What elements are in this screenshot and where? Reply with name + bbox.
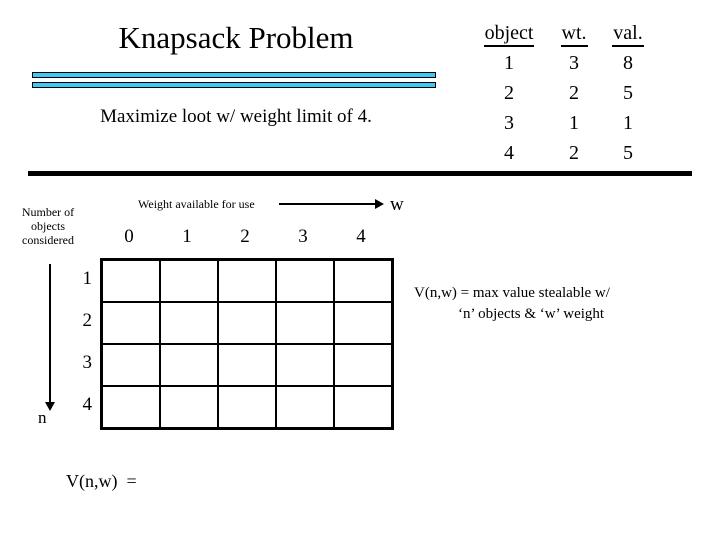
definition-note: V(n,w) = max value stealable w/ ‘n’ obje… bbox=[414, 283, 714, 325]
cell-object: 2 bbox=[504, 82, 514, 104]
cell-value: 8 bbox=[623, 52, 633, 74]
row-axis-caption: Number of objects considered bbox=[4, 205, 92, 247]
dp-cell[interactable] bbox=[100, 385, 161, 430]
definition-line-1: V(n,w) = max value stealable w/ bbox=[414, 285, 610, 301]
slide-canvas: Knapsack Problem Maximize loot w/ weight… bbox=[0, 0, 720, 540]
table-header-row: object wt. val. bbox=[470, 18, 656, 48]
right-arrow-icon bbox=[279, 203, 377, 205]
column-axis-symbol: w bbox=[390, 194, 404, 215]
dp-cell[interactable] bbox=[333, 301, 394, 345]
dp-cell[interactable] bbox=[159, 301, 219, 345]
dp-cell[interactable] bbox=[217, 385, 277, 430]
dp-cell[interactable] bbox=[217, 343, 277, 387]
dp-cell[interactable] bbox=[100, 258, 161, 303]
column-axis-caption: Weight available for use bbox=[138, 197, 255, 211]
dp-cell[interactable] bbox=[217, 258, 277, 303]
dp-grid-row bbox=[100, 343, 394, 387]
accent-bar-bottom bbox=[32, 82, 436, 88]
dp-cell[interactable] bbox=[333, 258, 394, 303]
cell-value: 1 bbox=[623, 112, 633, 134]
dp-grid-row bbox=[100, 385, 394, 430]
dp-cell[interactable] bbox=[100, 301, 161, 345]
table-row: 1 3 8 bbox=[470, 48, 656, 78]
table-row: 4 2 5 bbox=[470, 138, 656, 168]
subtitle: Maximize loot w/ weight limit of 4. bbox=[100, 106, 372, 127]
accent-bar-top bbox=[32, 72, 436, 78]
cell-weight: 3 bbox=[569, 52, 579, 74]
definition-line-2: ‘n’ objects & ‘w’ weight bbox=[458, 306, 605, 322]
row-axis-caption-line-1: Number of bbox=[21, 205, 75, 219]
dp-cell[interactable] bbox=[333, 385, 394, 430]
right-arrow-head-icon bbox=[375, 199, 384, 209]
cell-weight: 1 bbox=[569, 112, 579, 134]
grid-column-header-1: 1 bbox=[182, 226, 192, 247]
page-title: Knapsack Problem bbox=[118, 20, 354, 55]
dp-cell[interactable] bbox=[275, 301, 335, 345]
bottom-expression: V(n,w) = bbox=[66, 471, 137, 491]
table-row: 2 2 5 bbox=[470, 78, 656, 108]
column-header-value: val. bbox=[600, 18, 656, 48]
grid-column-header-3: 3 bbox=[298, 226, 308, 247]
cell-value: 5 bbox=[623, 82, 633, 104]
dp-cell[interactable] bbox=[275, 258, 335, 303]
grid-row-headers: 1 2 3 4 bbox=[60, 258, 93, 426]
column-header-object: object bbox=[470, 18, 548, 48]
cell-object: 3 bbox=[504, 112, 514, 134]
grid-column-header-0: 0 bbox=[124, 226, 134, 247]
dp-cell[interactable] bbox=[333, 343, 394, 387]
grid-column-header-2: 2 bbox=[240, 226, 250, 247]
grid-column-headers: 0 1 2 3 4 bbox=[100, 225, 390, 249]
horizontal-divider bbox=[28, 171, 692, 176]
cell-weight: 2 bbox=[569, 142, 579, 164]
dp-cell[interactable] bbox=[217, 301, 277, 345]
cell-object: 1 bbox=[504, 52, 514, 74]
dp-cell[interactable] bbox=[159, 385, 219, 430]
dp-cell[interactable] bbox=[275, 343, 335, 387]
dp-cell[interactable] bbox=[159, 343, 219, 387]
cell-value: 5 bbox=[623, 142, 633, 164]
dp-grid-row bbox=[100, 258, 394, 303]
cell-object: 4 bbox=[504, 142, 514, 164]
grid-row-header-3: 3 bbox=[82, 352, 93, 373]
down-arrow-icon bbox=[49, 264, 51, 404]
dp-cell[interactable] bbox=[275, 385, 335, 430]
dp-grid-row bbox=[100, 301, 394, 345]
grid-row-header-1: 1 bbox=[82, 268, 93, 289]
table-row: 3 1 1 bbox=[470, 108, 656, 138]
grid-column-header-4: 4 bbox=[356, 226, 366, 247]
row-axis-symbol: n bbox=[38, 408, 47, 427]
row-axis-caption-line-3: considered bbox=[22, 233, 74, 247]
column-header-weight: wt. bbox=[548, 18, 600, 48]
row-axis-caption-line-2: objects bbox=[31, 219, 65, 233]
cell-weight: 2 bbox=[569, 82, 579, 104]
grid-row-header-4: 4 bbox=[82, 394, 93, 415]
object-weight-value-table: object wt. val. 1 3 8 2 2 5 3 1 1 4 2 5 bbox=[470, 18, 656, 168]
grid-row-header-2: 2 bbox=[82, 310, 93, 331]
dynamic-programming-grid bbox=[100, 258, 394, 430]
dp-cell[interactable] bbox=[159, 258, 219, 303]
dp-cell[interactable] bbox=[100, 343, 161, 387]
